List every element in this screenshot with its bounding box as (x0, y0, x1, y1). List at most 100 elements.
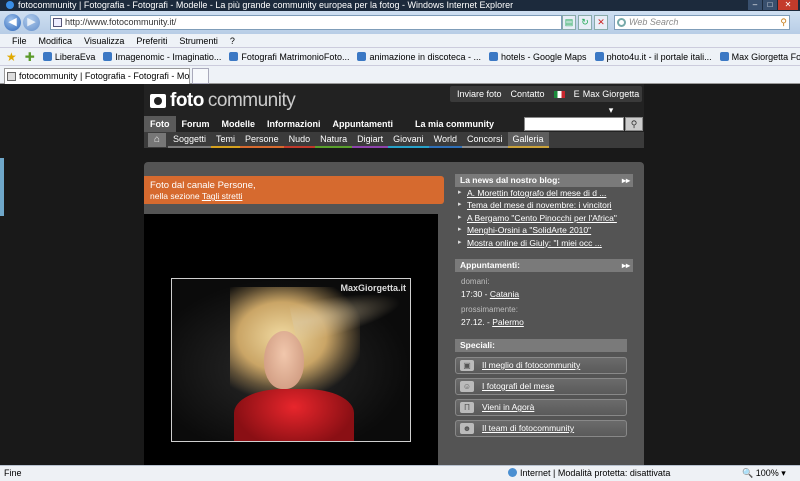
back-button[interactable]: ◀ (4, 14, 21, 31)
news-item[interactable]: Tema del mese di novembre: i vincitori (455, 199, 633, 211)
security-zone[interactable]: Internet | Modalità protetta: disattivat… (508, 466, 670, 481)
refresh-icon[interactable]: ↻ (578, 15, 592, 30)
appointment-place-link[interactable]: Palermo (492, 317, 524, 327)
favorite-item[interactable]: photo4u.it - il portale itali... (594, 52, 712, 62)
photos-icon: ▣ (460, 360, 474, 371)
search-icon[interactable]: ⚲ (780, 16, 787, 29)
tab-title: fotocommunity | Fotografia - Fotografi -… (19, 71, 190, 81)
web-search-input[interactable]: Web Search ⚲ (614, 15, 790, 30)
news-item[interactable]: Menghi-Orsini a "SolidArte 2010" (455, 224, 633, 236)
favorite-item[interactable]: animazione in discoteca - ... (357, 52, 481, 62)
more-arrow-icon[interactable]: ▸▸ (622, 259, 630, 272)
menu-modifica[interactable]: Modifica (39, 34, 73, 47)
favorite-page-icon (489, 52, 499, 61)
nav-informazioni[interactable]: Informazioni (261, 116, 327, 132)
appointments-header: Appuntamenti: ▸▸ (455, 259, 633, 272)
favorite-item[interactable]: Imagenomic - Imaginatio... (103, 52, 221, 62)
special-link[interactable]: ▣ Il meglio di fotocommunity (455, 357, 627, 374)
section-link[interactable]: Tagli stretti (202, 191, 243, 201)
appointment-item: 17:30 - Catania (461, 289, 520, 299)
special-link[interactable]: ☺ I fotografi del mese (455, 378, 627, 395)
user-menu[interactable]: Max Giorgetta ▾ (580, 86, 642, 115)
appointment-item: 27.12. - Palermo (461, 317, 524, 327)
channel-banner: Foto dal canale Persone, nella sezione T… (144, 176, 444, 204)
menu-file[interactable]: File (12, 34, 27, 47)
news-title: La news dal nostro blog: (460, 175, 561, 185)
browser-tab-active[interactable]: fotocommunity | Fotografia - Fotografi -… (4, 68, 190, 84)
menu-strumenti[interactable]: Strumenti (179, 34, 218, 47)
subnav-item[interactable]: Digiart (352, 132, 389, 148)
contact-link[interactable]: Contatto (511, 89, 545, 99)
nav-la-mia-community[interactable]: La mia community (409, 116, 500, 132)
window-controls: – □ ✕ (748, 0, 798, 10)
favorite-item[interactable]: Max Giorgetta Fotografo a... (719, 52, 800, 62)
italy-flag-icon[interactable] (553, 90, 565, 98)
subnav-item[interactable]: Temi (211, 132, 241, 148)
zoom-level[interactable]: 🔍 100% ▾ (742, 466, 786, 481)
upload-photo-link[interactable]: Inviare foto (457, 89, 502, 99)
minimize-button[interactable]: – (748, 0, 762, 10)
subnav-item[interactable]: Natura (315, 132, 353, 148)
favorite-page-icon (357, 52, 367, 61)
ie-icon (6, 1, 14, 9)
add-favorite-icon[interactable]: ✚ (25, 50, 35, 64)
news-item[interactable]: A. Morettin fotografo del mese di d ... (455, 187, 633, 199)
news-item[interactable]: Mostra online di Giuly: "I miei occ ... (455, 237, 633, 249)
photo-watermark: MaxGiorgetta.it (340, 283, 406, 293)
window-titlebar: fotocommunity | Fotografia - Fotografi -… (0, 0, 800, 11)
stop-icon[interactable]: ✕ (594, 15, 608, 30)
favorite-item[interactable]: hotels - Google Maps (489, 52, 587, 62)
special-link[interactable]: Π Vieni in Agorà (455, 399, 627, 416)
nav-foto[interactable]: Foto (144, 116, 176, 132)
logo-text-light: community (207, 90, 296, 111)
nav-modelle[interactable]: Modelle (216, 116, 262, 132)
menu-help[interactable]: ? (230, 34, 235, 47)
special-link[interactable]: ☻ Il team di fotocommunity (455, 420, 627, 437)
status-text: Fine (4, 468, 22, 478)
subnav-item[interactable]: Nudo (283, 132, 316, 148)
menu-preferiti[interactable]: Preferiti (136, 34, 167, 47)
nav-forum[interactable]: Forum (176, 116, 216, 132)
compat-view-icon[interactable]: ▤ (562, 15, 576, 30)
site-search-input[interactable] (524, 117, 624, 131)
site-search-button[interactable]: ⚲ (625, 117, 643, 131)
logo-text-bold: foto (170, 90, 204, 111)
nav-appuntamenti[interactable]: Appuntamenti (327, 116, 400, 132)
favorites-bar: ★ ✚ LiberaEva Imagenomic - Imaginatio...… (0, 48, 800, 66)
subnav-item[interactable]: World (428, 132, 462, 148)
news-item[interactable]: A Bergamo "Cento Pinocchi per l'Africa" (455, 212, 633, 224)
window-title: fotocommunity | Fotografia - Fotografi -… (18, 0, 514, 10)
maximize-button[interactable]: □ (763, 0, 777, 10)
close-button[interactable]: ✕ (778, 0, 798, 10)
address-buttons: ▤ ↻ ✕ (562, 15, 608, 30)
specials-title: Speciali: (460, 340, 495, 350)
appointment-place-link[interactable]: Catania (490, 289, 519, 299)
subnav-item[interactable]: Persone (240, 132, 284, 148)
favorite-item[interactable]: Fotografi MatrimonioFoto... (229, 52, 349, 62)
featured-photo[interactable]: MaxGiorgetta.it (171, 278, 411, 442)
appointments-title: Appuntamenti: (460, 260, 520, 270)
favorite-page-icon (594, 52, 604, 61)
forward-button[interactable]: ▶ (23, 14, 40, 31)
subnav-item[interactable]: Concorsi (461, 132, 508, 148)
new-tab-button[interactable] (192, 68, 209, 84)
favorites-star-icon[interactable]: ★ (6, 50, 17, 64)
agora-column-icon: Π (460, 402, 474, 413)
subnav-item[interactable]: Soggetti (168, 132, 212, 148)
site-logo[interactable]: foto community (150, 90, 296, 112)
main-nav: Foto Forum Modelle Informazioni Appuntam… (144, 116, 644, 132)
address-input[interactable]: http://www.fotocommunity.it/ (50, 15, 562, 30)
top-links: Inviare foto Contatto Esci (450, 86, 598, 102)
favorite-page-icon (103, 52, 113, 61)
subnav-item[interactable]: Galleria (507, 132, 549, 148)
menu-visualizza[interactable]: Visualizza (84, 34, 124, 47)
subnav-item[interactable]: Giovani (388, 132, 429, 148)
more-arrow-icon[interactable]: ▸▸ (622, 174, 630, 187)
globe-icon (508, 468, 517, 477)
favorite-item[interactable]: LiberaEva (42, 52, 95, 62)
appointment-when: prossimamente: (461, 305, 518, 314)
sub-nav: ⌂ Soggetti Temi Persone Nudo Natura Digi… (144, 132, 644, 148)
site-header: fotocommunity Inviare foto Contatto Esci… (144, 84, 644, 148)
home-icon[interactable]: ⌂ (148, 133, 166, 147)
side-panel-handle[interactable] (0, 158, 4, 216)
